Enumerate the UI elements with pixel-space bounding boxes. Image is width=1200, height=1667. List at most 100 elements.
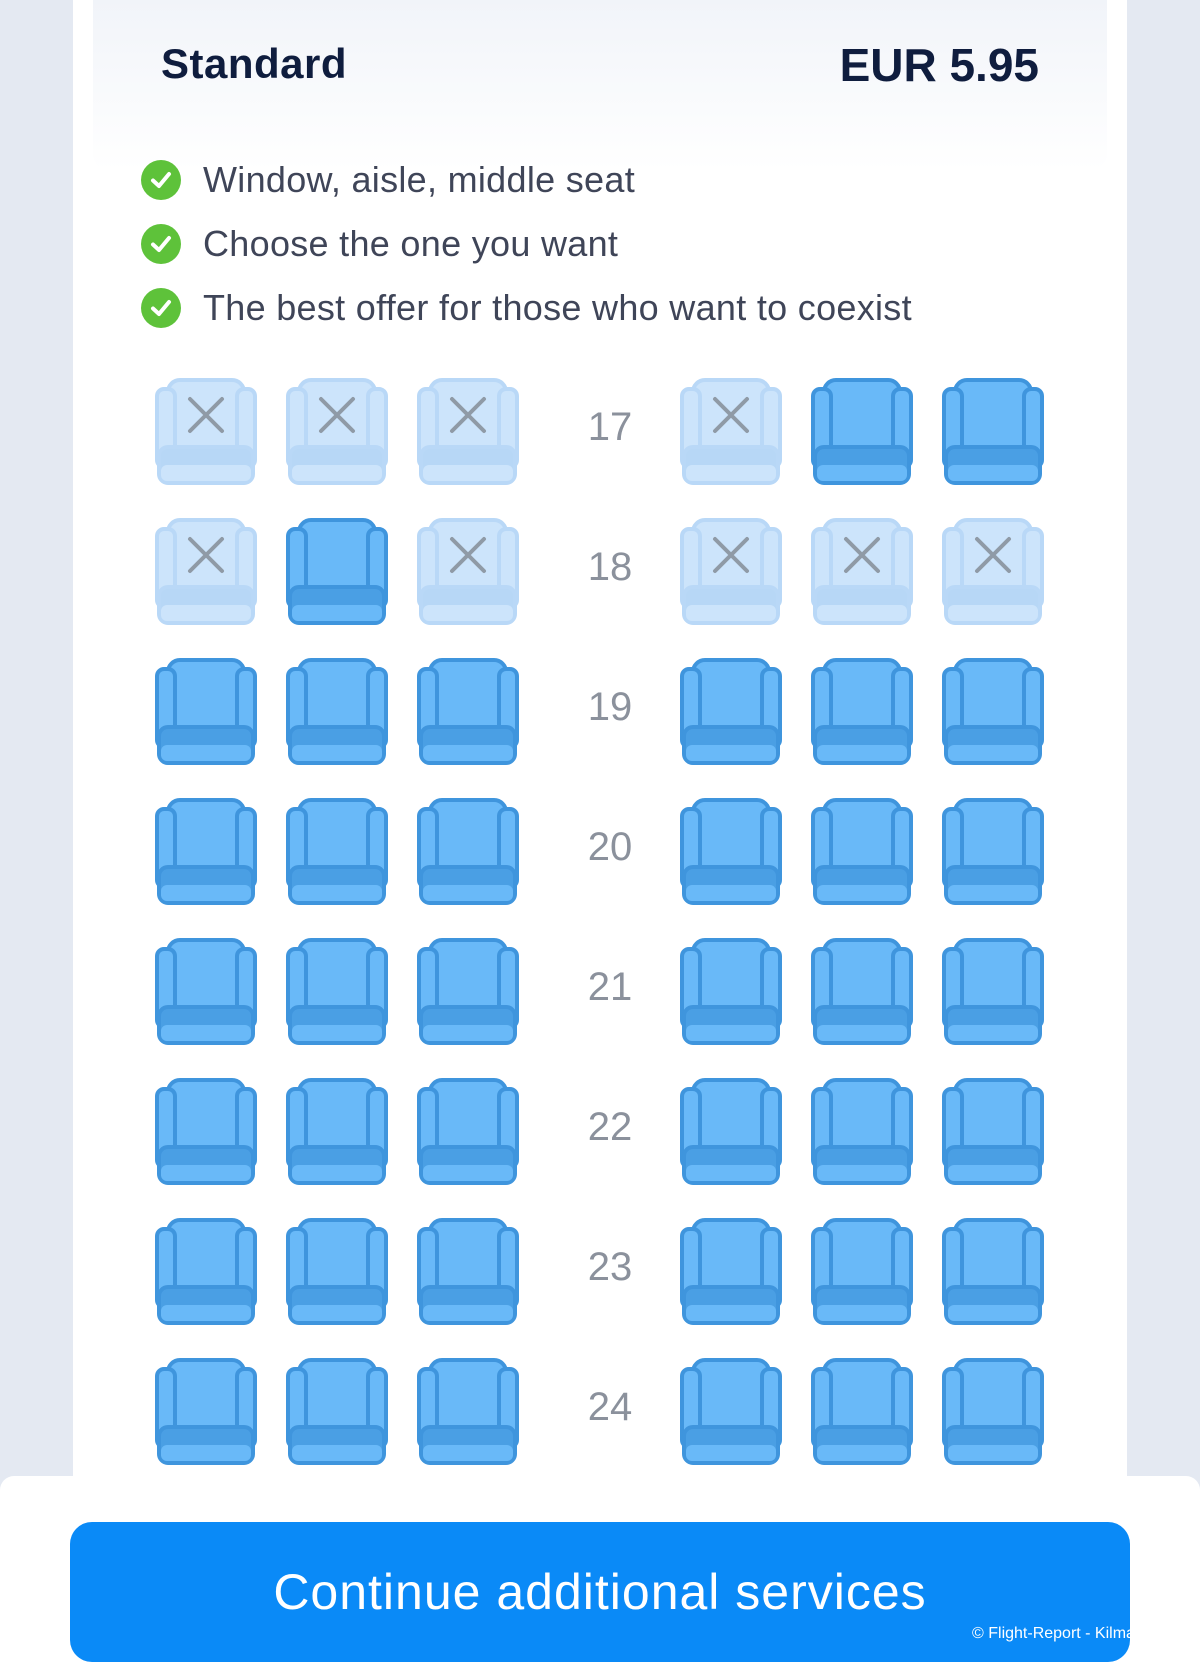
seat-available-20A[interactable] bbox=[154, 797, 258, 907]
seat-icon bbox=[942, 1078, 1044, 1185]
seat-available-22E[interactable] bbox=[810, 1077, 914, 1187]
seat-taken-18C bbox=[416, 517, 520, 627]
seat-available-19C[interactable] bbox=[416, 657, 520, 767]
seat-unavailable-icon bbox=[417, 518, 519, 625]
seat-available-20E[interactable] bbox=[810, 797, 914, 907]
seat-available-22B[interactable] bbox=[285, 1077, 389, 1187]
seat-row-18: 18 bbox=[73, 517, 1127, 627]
seat-icon bbox=[155, 1218, 257, 1325]
seat-unavailable-icon bbox=[417, 378, 519, 485]
row-number: 18 bbox=[587, 545, 633, 589]
seat-available-24C[interactable] bbox=[416, 1357, 520, 1467]
seat-taken-18F bbox=[941, 517, 1045, 627]
seat-icon bbox=[155, 1078, 257, 1185]
seat-icon bbox=[942, 378, 1044, 485]
seat-row-22: 22 bbox=[73, 1077, 1127, 1187]
seat-icon bbox=[811, 1358, 913, 1465]
seat-available-22F[interactable] bbox=[941, 1077, 1045, 1187]
seat-icon bbox=[942, 798, 1044, 905]
seat-available-21D[interactable] bbox=[679, 937, 783, 1047]
seat-available-19D[interactable] bbox=[679, 657, 783, 767]
seat-available-19A[interactable] bbox=[154, 657, 258, 767]
seat-row-19: 19 bbox=[73, 657, 1127, 767]
seat-row-17: 17 bbox=[73, 377, 1127, 487]
seat-available-23C[interactable] bbox=[416, 1217, 520, 1327]
seat-icon bbox=[155, 938, 257, 1045]
seat-icon bbox=[680, 1078, 782, 1185]
row-number: 22 bbox=[587, 1105, 633, 1149]
seat-icon bbox=[286, 1358, 388, 1465]
seat-taken-18A bbox=[154, 517, 258, 627]
seat-icon bbox=[155, 798, 257, 905]
seat-icon bbox=[155, 658, 257, 765]
seat-icon bbox=[942, 1358, 1044, 1465]
seat-row-20: 20 bbox=[73, 797, 1127, 907]
seat-available-21B[interactable] bbox=[285, 937, 389, 1047]
seat-row-23: 23 bbox=[73, 1217, 1127, 1327]
seat-row-24: 24 bbox=[73, 1357, 1127, 1467]
seat-available-21F[interactable] bbox=[941, 937, 1045, 1047]
seat-icon bbox=[286, 798, 388, 905]
seat-row-21: 21 bbox=[73, 937, 1127, 1047]
seat-available-20C[interactable] bbox=[416, 797, 520, 907]
row-number: 24 bbox=[587, 1385, 633, 1429]
seat-available-22D[interactable] bbox=[679, 1077, 783, 1187]
row-number: 19 bbox=[587, 685, 633, 729]
seat-available-22C[interactable] bbox=[416, 1077, 520, 1187]
seat-unavailable-icon bbox=[155, 378, 257, 485]
seat-available-21C[interactable] bbox=[416, 937, 520, 1047]
seat-available-24A[interactable] bbox=[154, 1357, 258, 1467]
seat-available-19F[interactable] bbox=[941, 657, 1045, 767]
seat-icon bbox=[286, 938, 388, 1045]
seat-icon bbox=[680, 1218, 782, 1325]
seat-available-23F[interactable] bbox=[941, 1217, 1045, 1327]
seat-available-24D[interactable] bbox=[679, 1357, 783, 1467]
seat-available-24F[interactable] bbox=[941, 1357, 1045, 1467]
seat-available-18B[interactable] bbox=[285, 517, 389, 627]
seat-icon bbox=[417, 658, 519, 765]
seat-icon bbox=[417, 1218, 519, 1325]
seat-icon bbox=[155, 1358, 257, 1465]
seat-available-24E[interactable] bbox=[810, 1357, 914, 1467]
seat-available-19E[interactable] bbox=[810, 657, 914, 767]
seat-available-17F[interactable] bbox=[941, 377, 1045, 487]
seat-icon bbox=[680, 798, 782, 905]
seat-taken-17C bbox=[416, 377, 520, 487]
seat-icon bbox=[286, 518, 388, 625]
seat-icon bbox=[942, 1218, 1044, 1325]
seat-taken-18D bbox=[679, 517, 783, 627]
seat-taken-17A bbox=[154, 377, 258, 487]
seat-taken-17B bbox=[285, 377, 389, 487]
seat-icon bbox=[680, 1358, 782, 1465]
seat-icon bbox=[811, 378, 913, 485]
watermark: © Flight-Report - Kilma bbox=[972, 1625, 1132, 1642]
seat-available-23E[interactable] bbox=[810, 1217, 914, 1327]
continue-button[interactable]: Continue additional services bbox=[70, 1522, 1130, 1662]
seat-icon bbox=[680, 658, 782, 765]
seat-map: 17 18 19 20 21 22 23 24 bbox=[73, 0, 1127, 1480]
seat-available-23A[interactable] bbox=[154, 1217, 258, 1327]
seat-icon bbox=[811, 938, 913, 1045]
seat-icon bbox=[417, 1078, 519, 1185]
seat-available-21E[interactable] bbox=[810, 937, 914, 1047]
seat-available-23D[interactable] bbox=[679, 1217, 783, 1327]
seat-available-20D[interactable] bbox=[679, 797, 783, 907]
seat-taken-17D bbox=[679, 377, 783, 487]
seat-icon bbox=[811, 798, 913, 905]
seat-available-20F[interactable] bbox=[941, 797, 1045, 907]
seat-available-19B[interactable] bbox=[285, 657, 389, 767]
seat-icon bbox=[942, 938, 1044, 1045]
seat-available-23B[interactable] bbox=[285, 1217, 389, 1327]
seat-available-20B[interactable] bbox=[285, 797, 389, 907]
seat-icon bbox=[417, 938, 519, 1045]
seat-available-21A[interactable] bbox=[154, 937, 258, 1047]
seat-icon bbox=[811, 658, 913, 765]
seat-icon bbox=[811, 1218, 913, 1325]
seat-unavailable-icon bbox=[286, 378, 388, 485]
row-number: 17 bbox=[587, 405, 633, 449]
seat-selection-card: Standard EUR 5.95 Window, aisle, middle … bbox=[73, 0, 1127, 1480]
seat-available-24B[interactable] bbox=[285, 1357, 389, 1467]
seat-available-22A[interactable] bbox=[154, 1077, 258, 1187]
seat-available-17E[interactable] bbox=[810, 377, 914, 487]
seat-icon bbox=[286, 1078, 388, 1185]
